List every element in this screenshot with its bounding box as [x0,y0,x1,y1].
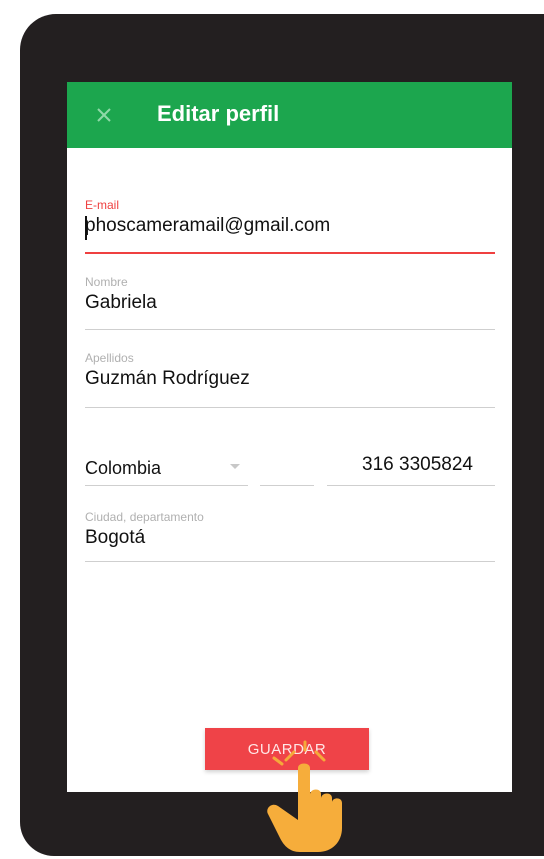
close-icon [97,108,111,122]
phone-prefix-field[interactable] [260,452,314,486]
page-title: Editar perfil [157,101,280,126]
nombre-label: Nombre [85,275,128,289]
phone-field[interactable]: 316 3305824 [327,452,495,486]
app-bar: Editar perfil [67,82,512,148]
nombre-underline [85,329,495,330]
email-value: phoscameramail@gmail.com [85,215,331,236]
app-screen: Editar perfil E-mail phoscameramail@gmai… [67,82,512,792]
email-field[interactable]: E-mail phoscameramail@gmail.com [85,198,495,254]
ciudad-value: Bogotá [85,527,146,548]
phone-value: 316 3305824 [362,454,473,475]
dropdown-arrow-icon [230,464,240,469]
ciudad-field[interactable]: Ciudad, departamento Bogotá [85,510,495,562]
email-label: E-mail [85,198,120,212]
apellidos-label: Apellidos [85,351,134,365]
apellidos-field[interactable]: Apellidos Guzmán Rodríguez [85,351,495,408]
phone-underline [327,485,495,486]
apellidos-value: Guzmán Rodríguez [85,368,250,389]
phone-prefix-underline [260,485,314,486]
country-underline [85,485,248,486]
nombre-value: Gabriela [85,292,157,313]
ciudad-label: Ciudad, departamento [85,510,204,524]
country-value: Colombia [85,458,162,478]
close-button[interactable] [91,102,117,128]
ciudad-underline [85,561,495,562]
nombre-field[interactable]: Nombre Gabriela [85,275,495,330]
tap-hand-icon [267,740,342,852]
apellidos-underline [85,407,495,408]
country-select[interactable]: Colombia [85,452,248,486]
email-underline [85,252,495,254]
